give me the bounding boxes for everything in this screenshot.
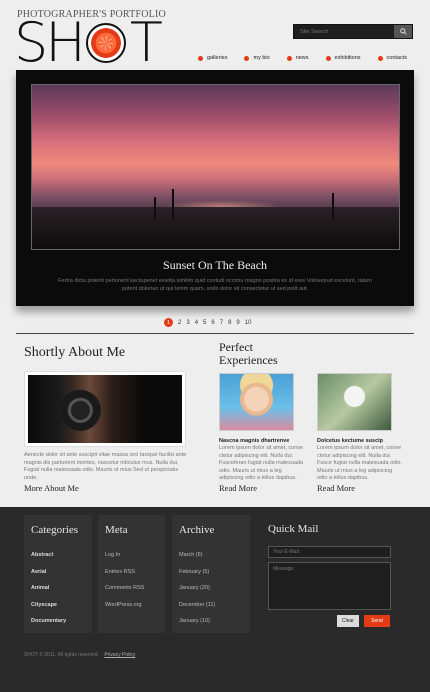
- pager-item-3[interactable]: 3: [186, 320, 189, 326]
- experience-heading: Dolcetus kectume suscip: [317, 438, 384, 444]
- pager-item-10[interactable]: 10: [245, 320, 252, 326]
- nav-item-my-bio[interactable]: my bio: [244, 55, 270, 61]
- archive-link[interactable]: March (6): [179, 552, 215, 569]
- category-link[interactable]: Documentary: [31, 618, 66, 635]
- nav-item-label: contacts: [386, 55, 408, 61]
- hero-slider: Sunset On The Beach Fertra dictu potenti…: [16, 70, 414, 306]
- more-about-me-link[interactable]: More About Me: [24, 483, 79, 493]
- pager-item-8[interactable]: 8: [228, 320, 231, 326]
- pager-item-2[interactable]: 2: [178, 320, 181, 326]
- nav-item-contacts[interactable]: contacts: [377, 55, 408, 61]
- about-text: Aenecte dolor sit ante suscipit vitae ma…: [24, 452, 187, 481]
- pager-item-5[interactable]: 5: [203, 320, 206, 326]
- logo[interactable]: SH T: [14, 11, 163, 74]
- pager-item-7[interactable]: 7: [220, 320, 223, 326]
- meta-link[interactable]: Comments RSS: [105, 585, 144, 602]
- meta-link[interactable]: Log In: [105, 552, 144, 569]
- header: PHOTOGRAPHER'S PORTFOLIO SH T galleries …: [0, 0, 430, 72]
- about-photo: [24, 371, 186, 447]
- archive-link[interactable]: February (5): [179, 569, 215, 586]
- experience-text: Lorem ipsum dolor sit amet, conse ctetur…: [219, 445, 304, 481]
- category-link[interactable]: Animal: [31, 585, 66, 602]
- message-field[interactable]: [268, 562, 391, 610]
- quick-mail-title: Quick Mail: [268, 523, 319, 535]
- privacy-policy-link[interactable]: Privacy Policy: [104, 652, 135, 658]
- palm-tree: [332, 193, 334, 219]
- search-input[interactable]: [294, 25, 394, 38]
- palm-tree: [154, 197, 156, 219]
- search-box: [293, 24, 413, 39]
- nav-bullet-icon: [198, 55, 203, 61]
- nav-item-label: exhibitions: [334, 55, 361, 61]
- experiences-title: Perfect Experiences: [219, 341, 278, 367]
- logo-text-left: SH: [14, 11, 86, 74]
- pager-item-9[interactable]: 9: [236, 320, 239, 326]
- slider-pager: 1 2 3 4 5 6 7 8 9 10: [164, 318, 256, 327]
- meta-link[interactable]: WordPress.org: [105, 602, 144, 619]
- nav-item-label: my bio: [253, 55, 270, 61]
- experience-thumb-girl[interactable]: [219, 373, 294, 431]
- slide-title: Sunset On The Beach: [162, 258, 268, 272]
- slider-image[interactable]: [31, 84, 400, 250]
- archive-link[interactable]: December (11): [179, 602, 215, 619]
- photographer-image: [28, 375, 182, 443]
- palm-tree: [172, 189, 174, 219]
- search-button[interactable]: [394, 25, 412, 38]
- nav-item-galleries[interactable]: galleries: [198, 55, 227, 61]
- read-more-link[interactable]: Read More: [317, 483, 355, 493]
- footer-categories: Categories Abstract Aerial Animal Citysc…: [24, 515, 92, 633]
- nav-item-label: news: [295, 55, 309, 61]
- nav-bullet-icon: [286, 55, 292, 61]
- nav-item-news[interactable]: news: [286, 55, 309, 61]
- nav-item-exhibitions[interactable]: exhibitions: [325, 55, 361, 61]
- meta-link[interactable]: Entries RSS: [105, 569, 144, 586]
- category-link[interactable]: Cityscape: [31, 602, 66, 619]
- camera-lens-icon: [85, 23, 126, 63]
- categories-title: Categories: [31, 524, 79, 536]
- section-divider: [16, 333, 414, 334]
- archive-link[interactable]: January (10): [179, 618, 215, 635]
- read-more-link[interactable]: Read More: [219, 483, 257, 493]
- shoreline: [32, 207, 399, 249]
- nav-item-label: galleries: [207, 55, 228, 61]
- nav-bullet-icon: [377, 55, 383, 61]
- experience-heading: Nascna magnis dhartrenve: [219, 438, 290, 444]
- logo-text-right: T: [129, 11, 163, 74]
- footer-meta: Meta Log In Entries RSS Comments RSS Wor…: [98, 515, 165, 633]
- main-nav: galleries my bio news exhibitions contac…: [198, 55, 424, 61]
- experiences-title-line2: Experiences: [219, 353, 278, 367]
- slide-description: Fertra dictu potenti pertunent kectupene…: [58, 278, 372, 292]
- search-icon: [399, 28, 407, 35]
- archive-title: Archive: [179, 524, 215, 536]
- footer-archive: Archive March (6) February (5) January (…: [172, 515, 250, 633]
- about-title: Shortly About Me: [24, 345, 126, 360]
- clear-button[interactable]: Clear: [337, 615, 359, 627]
- experience-thumb-panda[interactable]: [317, 373, 392, 431]
- category-link[interactable]: Aerial: [31, 569, 66, 586]
- copyright-text: SHOT © 2011. All rights reserved.: [24, 652, 99, 658]
- pager-item-1[interactable]: 1: [164, 318, 173, 327]
- meta-title: Meta: [105, 524, 128, 536]
- pager-item-4[interactable]: 4: [195, 320, 198, 326]
- experience-text: Lorem ipsum dolor sit amet, conse ctetur…: [317, 445, 402, 481]
- category-link[interactable]: Abstract: [31, 552, 66, 569]
- email-field[interactable]: [268, 546, 391, 558]
- copyright: SHOT © 2011. All rights reserved. Privac…: [24, 652, 135, 658]
- pager-item-6[interactable]: 6: [211, 320, 214, 326]
- nav-bullet-icon: [244, 55, 250, 61]
- archive-link[interactable]: January (20): [179, 585, 215, 602]
- nav-bullet-icon: [325, 55, 331, 61]
- send-button[interactable]: Send: [364, 615, 390, 627]
